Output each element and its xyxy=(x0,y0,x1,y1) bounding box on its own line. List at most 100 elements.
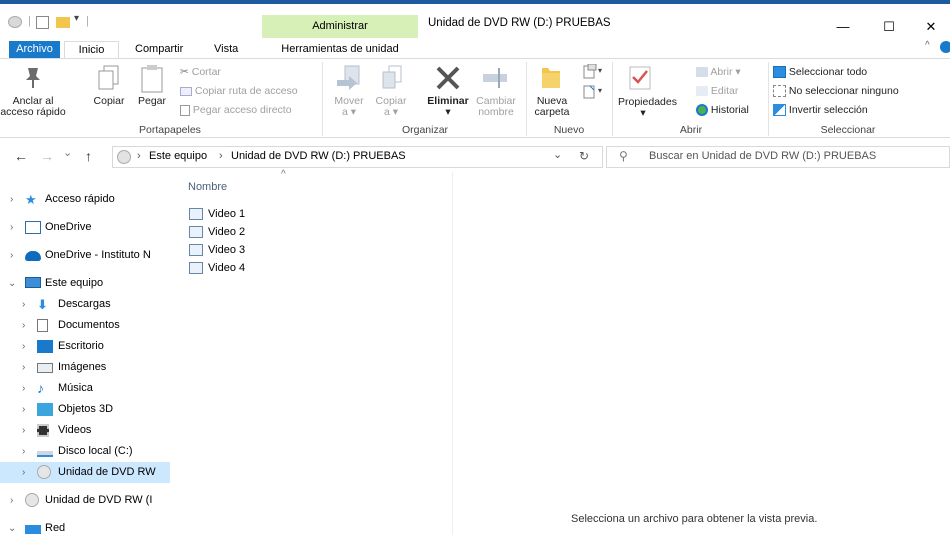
nav-imagenes[interactable]: › Imágenes xyxy=(0,357,170,378)
nav-label: Imágenes xyxy=(58,361,107,373)
breadcrumb-dvd-drive[interactable]: Unidad de DVD RW (D:) PRUEBAS xyxy=(231,150,406,162)
easy-access-button[interactable]: ▾ xyxy=(580,84,606,102)
tab-herramientas-de-unidad[interactable]: Herramientas de unidad xyxy=(262,41,418,59)
refresh-icon[interactable]: ↻ xyxy=(579,149,589,163)
invert-selection-button[interactable]: Invertir selección xyxy=(773,104,868,117)
nav-chevron[interactable]: › xyxy=(22,462,25,483)
tab-archivo[interactable]: Archivo xyxy=(9,41,60,59)
copy-to-button[interactable]: Copiar a ▾ xyxy=(371,64,411,120)
nav-chevron[interactable]: › xyxy=(22,294,25,315)
nav-onedrive-instituto[interactable]: › OneDrive - Instituto N xyxy=(0,245,170,266)
group-label-nuevo: Nuevo xyxy=(553,124,585,136)
copy-path-button[interactable]: Copiar ruta de acceso xyxy=(180,85,298,97)
nav-onedrive[interactable]: › OneDrive xyxy=(0,217,170,238)
file-name: Video 2 xyxy=(208,226,246,238)
nav-chevron[interactable]: › xyxy=(22,441,25,462)
select-none-button[interactable]: No seleccionar ninguno xyxy=(773,85,899,98)
new-folder-button[interactable]: Nueva carpeta xyxy=(530,64,574,120)
rename-icon xyxy=(483,68,507,88)
preview-pane-divider[interactable] xyxy=(452,172,453,535)
nav-este-equipo[interactable]: ⌄ Este equipo xyxy=(0,273,170,294)
properties-dropdown-icon[interactable]: ▾ xyxy=(628,108,658,119)
hard-drive-icon xyxy=(37,451,53,457)
separator: | xyxy=(86,15,89,27)
pin-quick-access-button[interactable]: Anclar al acceso rápido xyxy=(0,64,66,120)
nav-chevron[interactable]: › xyxy=(22,336,25,357)
delete-dropdown-icon[interactable]: ▾ xyxy=(425,107,471,118)
onedrive-personal-icon xyxy=(25,221,41,234)
forward-button[interactable]: → xyxy=(40,148,54,164)
move-to-button[interactable]: Mover a ▾ xyxy=(329,64,369,120)
edit-button[interactable]: Editar xyxy=(696,85,738,97)
minimize-button[interactable]: — xyxy=(820,18,866,38)
document-icon xyxy=(37,319,48,332)
recent-locations-button[interactable]: ⌄ xyxy=(63,146,72,159)
tab-compartir[interactable]: Compartir xyxy=(127,41,191,59)
nav-objetos-3d[interactable]: › Objetos 3D xyxy=(0,399,170,420)
nav-unidad-dvd-rw-selected[interactable]: › Unidad de DVD RW xyxy=(0,462,170,483)
nav-chevron[interactable]: › xyxy=(10,189,13,210)
nav-red[interactable]: ⌄ Red xyxy=(0,518,170,539)
nav-acceso-rapido[interactable]: › ★ Acceso rápido xyxy=(0,189,170,210)
new-item-icon: ▾ xyxy=(583,63,602,79)
properties-qat-icon[interactable] xyxy=(36,16,49,29)
nav-chevron[interactable]: ⌄ xyxy=(8,273,16,294)
nav-disco-local-c[interactable]: › Disco local (C:) xyxy=(0,441,170,462)
nav-chevron[interactable]: › xyxy=(22,420,25,441)
nav-label: Disco local (C:) xyxy=(58,445,133,457)
nav-chevron[interactable]: › xyxy=(10,490,13,511)
nav-label: Objetos 3D xyxy=(58,403,114,415)
tab-vista[interactable]: Vista xyxy=(206,41,246,59)
window-edge xyxy=(0,0,950,4)
nav-chevron[interactable]: ⌄ xyxy=(8,518,16,539)
copy-to-label-line2: a ▾ xyxy=(383,106,399,118)
rename-button[interactable]: Cambiar nombre xyxy=(472,64,520,120)
column-header-label: Nombre xyxy=(188,181,228,193)
nav-videos[interactable]: › Videos xyxy=(0,420,170,441)
search-box[interactable]: ⚲ Buscar en Unidad de DVD RW (D:) PRUEBA… xyxy=(606,146,950,168)
search-icon: ⚲ xyxy=(619,149,628,163)
address-bar[interactable]: › Este equipo › Unidad de DVD RW (D:) PR… xyxy=(112,146,603,168)
nav-unidad-dvd-rw-2[interactable]: › Unidad de DVD RW (I xyxy=(0,490,170,511)
nav-chevron[interactable]: › xyxy=(10,245,13,266)
select-all-button[interactable]: Seleccionar todo xyxy=(773,66,867,79)
maximize-button[interactable]: ☐ xyxy=(866,18,912,38)
help-icon[interactable] xyxy=(940,41,950,53)
nav-label: Descargas xyxy=(58,298,111,310)
address-dropdown-icon[interactable]: ⌄ xyxy=(553,148,562,161)
delete-button[interactable]: Eliminar ▾ xyxy=(425,64,471,120)
open-button[interactable]: Abrir ▾ xyxy=(696,66,741,78)
nav-descargas[interactable]: › ⬇ Descargas xyxy=(0,294,170,315)
breadcrumb-este-equipo[interactable]: Este equipo xyxy=(149,150,207,162)
film-icon xyxy=(37,424,49,437)
copy-button[interactable]: Copiar xyxy=(89,64,129,120)
column-header-nombre[interactable]: ^ Nombre xyxy=(186,169,296,197)
tab-inicio[interactable]: Inicio xyxy=(64,41,119,59)
easy-access-icon: ▾ xyxy=(583,85,602,99)
nav-chevron[interactable]: › xyxy=(22,378,25,399)
cut-label: Cortar xyxy=(191,66,221,78)
nav-chevron[interactable]: › xyxy=(22,357,25,378)
nav-chevron[interactable]: › xyxy=(22,315,25,336)
nav-escritorio[interactable]: › Escritorio xyxy=(0,336,170,357)
up-button[interactable]: ↑ xyxy=(85,148,92,164)
qat-dropdown-icon[interactable]: ▾ xyxy=(74,13,79,24)
ribbon-collapse-icon[interactable]: ^ xyxy=(925,40,930,51)
back-button[interactable]: ← xyxy=(14,148,28,164)
paste-button[interactable]: Pegar xyxy=(133,64,171,120)
nav-label: Unidad de DVD RW (I xyxy=(45,494,153,506)
nav-documentos[interactable]: › Documentos xyxy=(0,315,170,336)
group-label-seleccionar: Seleccionar xyxy=(820,124,876,136)
close-button[interactable]: ✕ xyxy=(912,18,950,38)
paste-shortcut-button[interactable]: Pegar acceso directo xyxy=(180,104,292,116)
nav-musica[interactable]: › ♪ Música xyxy=(0,378,170,399)
history-button[interactable]: Historial xyxy=(696,104,749,117)
nav-chevron[interactable]: › xyxy=(22,399,25,420)
cut-button[interactable]: ✂ Cortar xyxy=(180,66,221,78)
new-item-button[interactable]: ▾ xyxy=(580,63,606,82)
pin-label-line2: acceso rápido xyxy=(0,106,66,118)
nav-chevron[interactable]: › xyxy=(10,217,13,238)
folder-qat-icon[interactable] xyxy=(56,17,70,28)
properties-button[interactable]: Propiedades ▾ xyxy=(618,64,688,120)
properties-checkmark-icon xyxy=(629,66,651,90)
